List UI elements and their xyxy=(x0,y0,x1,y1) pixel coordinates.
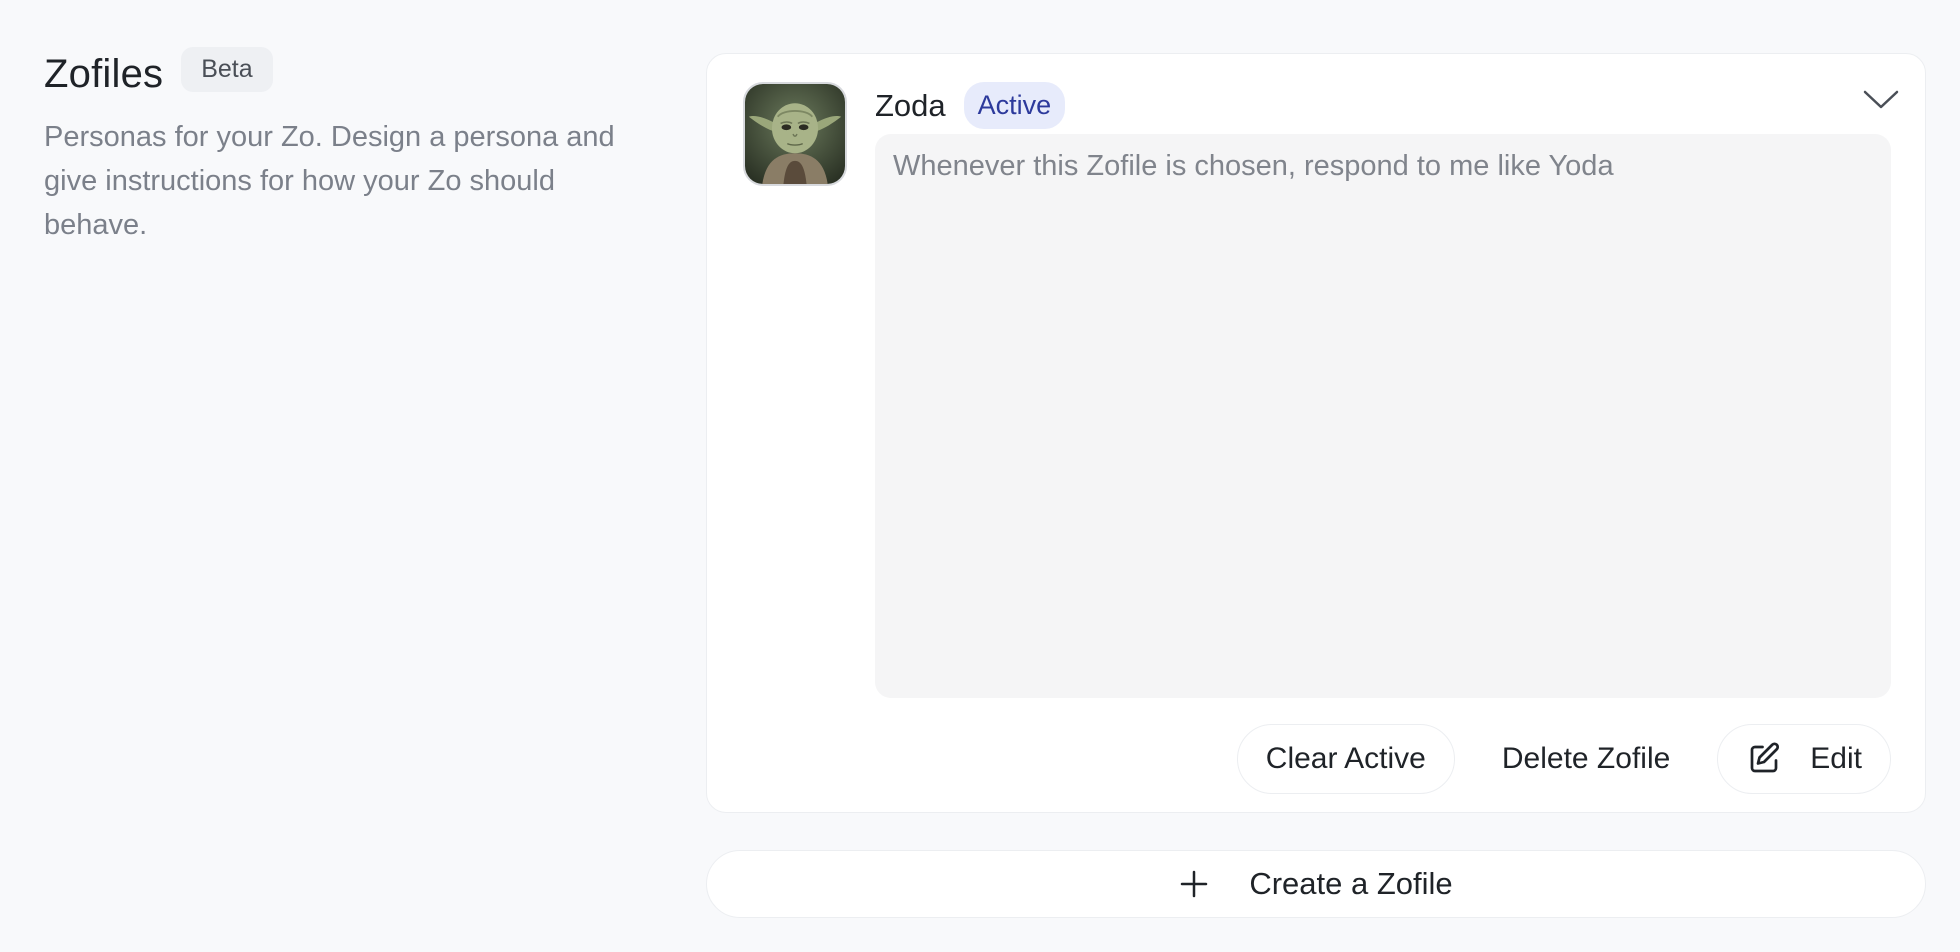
section-title: Zofiles xyxy=(44,52,164,96)
yoda-avatar-icon xyxy=(745,84,845,184)
title-row: Zofiles Beta xyxy=(44,47,644,97)
edit-button[interactable]: Edit xyxy=(1717,724,1891,794)
plus-icon xyxy=(1179,869,1209,899)
zofiles-header: Zofiles Beta Personas for your Zo. Desig… xyxy=(44,47,644,247)
edit-label: Edit xyxy=(1810,742,1862,775)
zofiles-settings-page: Zofiles Beta Personas for your Zo. Desig… xyxy=(0,0,1960,952)
active-status-badge: Active xyxy=(963,82,1066,129)
zofile-avatar xyxy=(743,82,847,186)
create-zofile-label: Create a Zofile xyxy=(1249,866,1453,901)
zofile-actions: Clear Active Delete Zofile Edit xyxy=(1236,724,1891,794)
create-zofile-button[interactable]: Create a Zofile xyxy=(706,850,1926,918)
chevron-down-icon xyxy=(1863,90,1899,109)
zofile-instructions-field[interactable] xyxy=(875,134,1891,698)
zofile-name-row: Zoda Active xyxy=(875,82,1066,129)
clear-active-button[interactable]: Clear Active xyxy=(1236,724,1455,794)
delete-zofile-label: Delete Zofile xyxy=(1501,742,1671,775)
collapse-button[interactable] xyxy=(1859,78,1903,122)
edit-icon xyxy=(1746,741,1782,777)
beta-badge: Beta xyxy=(181,47,273,92)
section-description: Personas for your Zo. Design a persona a… xyxy=(44,121,615,241)
delete-zofile-button[interactable]: Delete Zofile xyxy=(1472,724,1700,794)
zofile-card: Zoda Active Clear Active Delete Zofile xyxy=(706,53,1926,813)
clear-active-label: Clear Active xyxy=(1265,742,1426,775)
zofile-name: Zoda xyxy=(875,87,946,123)
